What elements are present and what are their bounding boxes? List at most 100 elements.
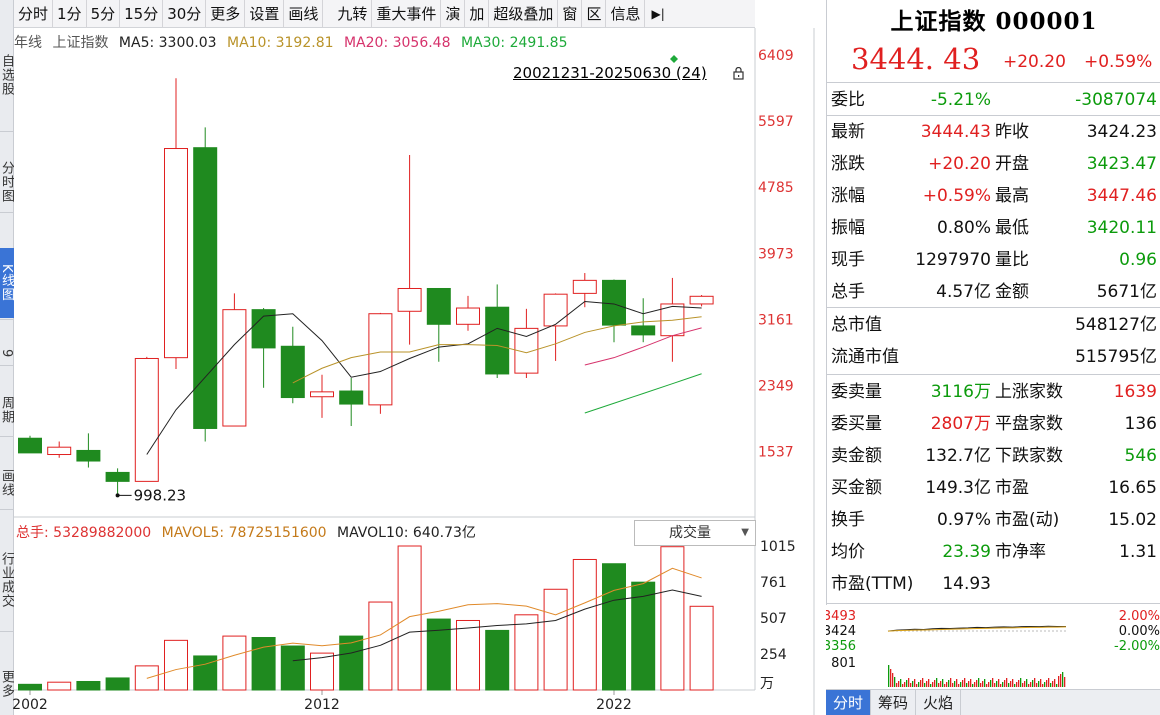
candle-body[interactable]	[602, 279, 626, 326]
indicator-select[interactable]: 成交量 ▼	[634, 520, 756, 546]
price-tick-label: 6409	[758, 48, 794, 64]
date-range-label[interactable]: 20021231-20250630 (24)	[513, 64, 707, 82]
volume-bar[interactable]	[572, 558, 597, 691]
mini-volume-bar	[1028, 684, 1030, 687]
mini-volume-bar	[1052, 681, 1054, 687]
chevron-down-icon: ▼	[741, 527, 749, 538]
stat-value: 1639	[1113, 382, 1157, 402]
mini-volume-bar	[928, 679, 930, 687]
mini-tab-1[interactable]: 筹码	[871, 690, 917, 715]
mini-volume-bar	[888, 665, 890, 687]
mini-volume-bar	[944, 684, 946, 687]
mini-volume-bar	[914, 679, 916, 687]
mini-volume-bar	[906, 680, 908, 687]
mini-volume-bar	[970, 679, 972, 687]
candle-body[interactable]	[426, 287, 451, 325]
mini-volume-bar	[936, 678, 938, 687]
candle-body[interactable]	[280, 345, 305, 399]
weibi-pct: -5.21%	[930, 90, 991, 110]
mini-volume-bar	[1026, 679, 1028, 687]
quote-label: 昨收	[995, 122, 1029, 142]
mini-volume-bar	[950, 678, 952, 687]
candle-body[interactable]	[134, 357, 159, 482]
candle-body[interactable]	[18, 437, 42, 454]
candle-body[interactable]	[456, 307, 480, 325]
volume-bar[interactable]	[164, 639, 188, 691]
volume-bar[interactable]	[368, 601, 393, 691]
volume-bar[interactable]	[251, 637, 276, 691]
volume-bar[interactable]	[105, 677, 130, 691]
stat-label: 委买量	[831, 414, 882, 434]
volume-bar[interactable]	[514, 614, 539, 691]
quote-value: 3423.47	[1086, 154, 1157, 174]
volume-bar[interactable]	[222, 635, 247, 691]
mini-volume-bar	[1024, 681, 1026, 687]
mini-left-label: 3424	[826, 624, 856, 639]
mini-volume-bar	[998, 679, 1000, 687]
candle-body[interactable]	[631, 325, 656, 336]
mini-volume-bar	[900, 679, 902, 687]
mini-volume-bar	[924, 683, 926, 687]
candle-body[interactable]	[164, 148, 188, 359]
mini-volume-bar	[1012, 679, 1014, 687]
candle-body[interactable]	[105, 471, 130, 482]
volume-bar[interactable]	[689, 605, 714, 691]
mini-volume-bar	[940, 681, 942, 687]
mini-volume-bar	[996, 681, 998, 687]
cap-value: 515795亿	[1075, 347, 1157, 367]
volume-bar[interactable]	[76, 680, 101, 691]
volume-bar[interactable]	[456, 619, 480, 691]
mini-volume-bar	[1064, 677, 1066, 687]
mini-tab-0[interactable]: 分时	[826, 690, 872, 715]
volume-bar[interactable]	[47, 681, 72, 691]
mini-volume-bar	[934, 680, 936, 687]
event-diamond-icon[interactable]	[670, 55, 678, 63]
mini-volume-bar	[892, 673, 894, 687]
mini-volume-bar	[912, 681, 914, 687]
mini-right-label: -2.00%	[1114, 639, 1160, 654]
mini-volume-bar	[938, 683, 940, 687]
mini-volume-bar	[1008, 683, 1010, 687]
stat-value: 546	[1124, 446, 1157, 466]
stat-label: 市盈	[995, 478, 1029, 498]
stat-value: 23.39	[942, 542, 991, 562]
intraday-mini-chart[interactable]: 349334243356 801 2.00%0.00%-2.00%	[826, 605, 1160, 689]
candle-body[interactable]	[310, 391, 334, 398]
quote-value: 0.96	[1119, 250, 1157, 270]
last-price: 3444. 43	[851, 42, 981, 76]
volume-bar[interactable]	[602, 563, 626, 691]
kline-chart[interactable]: 6409 5597 4785 3973 3161 2349 1537 1015 761 507 25…	[0, 0, 826, 715]
candle-body[interactable]	[368, 313, 393, 406]
candle-body[interactable]	[543, 293, 568, 327]
candle-body[interactable]	[339, 390, 364, 405]
price-tick-label: 1537	[758, 445, 794, 461]
lock-icon[interactable]	[733, 67, 744, 80]
volume-bar[interactable]	[193, 655, 218, 691]
candle-body[interactable]	[47, 446, 72, 456]
candle-body[interactable]	[76, 449, 101, 462]
quote-value: +0.59%	[922, 186, 991, 206]
volume-bar[interactable]	[18, 683, 42, 691]
quote-label: 量比	[995, 250, 1029, 270]
volume-bar[interactable]	[485, 629, 510, 691]
mini-volume-bar	[1006, 678, 1008, 687]
candle-body[interactable]	[222, 309, 247, 427]
candle-body[interactable]	[572, 279, 597, 294]
mini-bg	[826, 605, 1160, 689]
volume-tick-label: 1015	[760, 539, 796, 555]
candle-body[interactable]	[397, 287, 422, 312]
mini-volume-bar	[988, 682, 990, 687]
volume-bar[interactable]	[631, 581, 656, 691]
volume-bar[interactable]	[280, 645, 305, 691]
candle-body[interactable]	[485, 306, 510, 375]
volume-bar[interactable]	[543, 588, 568, 691]
volume-bar[interactable]	[397, 545, 422, 691]
stat-label: 买金额	[831, 478, 882, 498]
mavol10-value: MAVOL10: 640.73亿	[337, 525, 476, 541]
mini-tab-2[interactable]: 火焰	[916, 690, 962, 715]
candle-body[interactable]	[689, 295, 714, 305]
stat-value: 1.31	[1119, 542, 1157, 562]
stat-value: 14.93	[942, 574, 991, 594]
mini-volume-bar	[982, 681, 984, 687]
mini-volume-bar	[1058, 676, 1060, 687]
